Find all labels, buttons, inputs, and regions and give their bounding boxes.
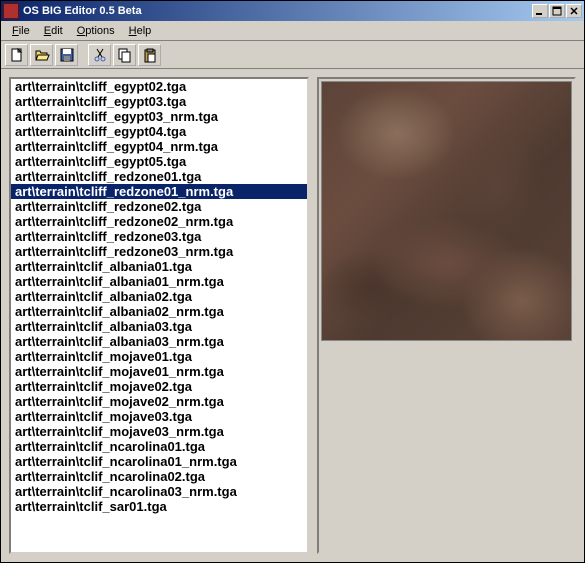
cut-button[interactable] [88,44,111,66]
file-item[interactable]: art\terrain\tcliff_egypt03_nrm.tga [11,109,307,124]
file-item[interactable]: art\terrain\tclif_mojave03.tga [11,409,307,424]
file-item[interactable]: art\terrain\tclif_mojave02_nrm.tga [11,394,307,409]
file-item[interactable]: art\terrain\tcliff_redzone03_nrm.tga [11,244,307,259]
file-item[interactable]: art\terrain\tclif_ncarolina01_nrm.tga [11,454,307,469]
menu-options[interactable]: Options [70,23,122,39]
file-item[interactable]: art\terrain\tclif_ncarolina01.tga [11,439,307,454]
maximize-button[interactable] [549,4,565,18]
file-item[interactable]: art\terrain\tclif_ncarolina02.tga [11,469,307,484]
file-item[interactable]: art\terrain\tcliff_egypt04.tga [11,124,307,139]
save-button[interactable] [55,44,78,66]
file-item[interactable]: art\terrain\tclif_albania01_nrm.tga [11,274,307,289]
texture-preview [321,81,572,341]
titlebar[interactable]: OS BIG Editor 0.5 Beta [1,1,584,21]
minimize-button[interactable] [532,4,548,18]
window-title: OS BIG Editor 0.5 Beta [23,5,532,17]
menu-help[interactable]: Help [122,23,159,39]
file-item[interactable]: art\terrain\tclif_albania03.tga [11,319,307,334]
open-button[interactable] [30,44,53,66]
file-item[interactable]: art\terrain\tclif_albania02_nrm.tga [11,304,307,319]
file-item[interactable]: art\terrain\tcliff_egypt05.tga [11,154,307,169]
file-item[interactable]: art\terrain\tclif_mojave03_nrm.tga [11,424,307,439]
file-item[interactable]: art\terrain\tcliff_redzone02_nrm.tga [11,214,307,229]
app-icon [3,3,19,19]
file-item[interactable]: art\terrain\tcliff_redzone01.tga [11,169,307,184]
file-item[interactable]: art\terrain\tcliff_redzone02.tga [11,199,307,214]
file-item[interactable]: art\terrain\tclif_sar01.tga [11,499,307,514]
file-item[interactable]: art\terrain\tcliff_egypt03.tga [11,94,307,109]
close-button[interactable] [566,4,582,18]
file-list[interactable]: art\terrain\tcliff_egypt02.tgaart\terrai… [9,77,309,554]
file-item[interactable]: art\terrain\tcliff_redzone01_nrm.tga [11,184,307,199]
toolbar [1,41,584,69]
file-item[interactable]: art\terrain\tcliff_redzone03.tga [11,229,307,244]
file-item[interactable]: art\terrain\tclif_ncarolina03_nrm.tga [11,484,307,499]
paste-button[interactable] [138,44,161,66]
menu-file[interactable]: File [5,23,37,39]
file-item[interactable]: art\terrain\tclif_mojave01_nrm.tga [11,364,307,379]
preview-pane [317,77,576,554]
content-area: art\terrain\tcliff_egypt02.tgaart\terrai… [1,69,584,562]
menubar: File Edit Options Help [1,21,584,41]
file-item[interactable]: art\terrain\tclif_albania03_nrm.tga [11,334,307,349]
copy-button[interactable] [113,44,136,66]
file-item[interactable]: art\terrain\tcliff_egypt02.tga [11,79,307,94]
menu-edit[interactable]: Edit [37,23,70,39]
file-item[interactable]: art\terrain\tclif_mojave01.tga [11,349,307,364]
file-item[interactable]: art\terrain\tclif_albania01.tga [11,259,307,274]
window-controls [532,4,582,18]
file-item[interactable]: art\terrain\tcliff_egypt04_nrm.tga [11,139,307,154]
file-item[interactable]: art\terrain\tclif_mojave02.tga [11,379,307,394]
new-button[interactable] [5,44,28,66]
file-item[interactable]: art\terrain\tclif_albania02.tga [11,289,307,304]
app-window: OS BIG Editor 0.5 Beta File Edit Options… [0,0,585,563]
